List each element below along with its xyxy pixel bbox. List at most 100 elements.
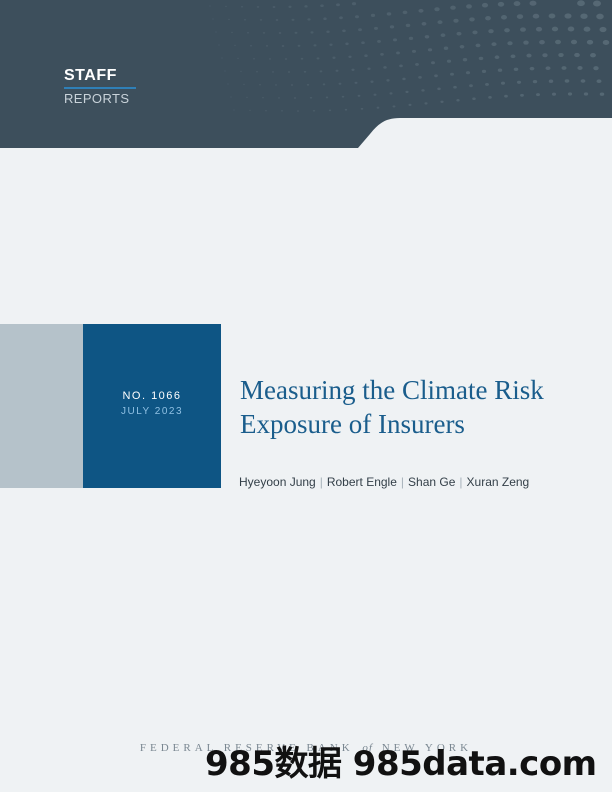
header-dot <box>504 28 510 33</box>
header-dot <box>590 53 596 58</box>
header-dot <box>281 45 285 47</box>
header-dot <box>402 77 406 81</box>
header-dot <box>306 83 310 86</box>
header-dot <box>300 57 304 60</box>
header-dot <box>504 94 508 98</box>
header-dot <box>567 92 573 96</box>
header-dot <box>462 58 468 62</box>
header-dot <box>234 44 236 47</box>
header-dot <box>472 97 476 100</box>
header-dot <box>424 35 430 39</box>
header-dot <box>380 53 384 56</box>
header-dot <box>564 13 572 19</box>
site-watermark: 985数据 985data.com <box>205 744 597 784</box>
header-dot <box>348 55 352 59</box>
header-dot <box>259 83 261 86</box>
header-dot <box>418 8 424 13</box>
header-dot <box>304 5 308 8</box>
header-dot <box>322 83 326 86</box>
header-dot <box>459 44 465 49</box>
header-dot <box>418 76 422 79</box>
header-dot <box>520 27 526 32</box>
header-dot <box>405 23 411 28</box>
header-dot <box>599 26 607 33</box>
header-dot <box>316 57 320 60</box>
header-dot <box>262 32 266 34</box>
header-dot <box>520 93 524 97</box>
header-dot <box>328 109 332 112</box>
header-dot <box>494 55 500 59</box>
header-dot <box>290 84 294 86</box>
header-dot <box>437 20 443 25</box>
header-dot <box>440 100 444 104</box>
header-dot <box>434 74 438 78</box>
header-dot <box>532 79 538 84</box>
header-dot <box>389 25 395 29</box>
header-dot <box>243 18 247 21</box>
header-dot <box>399 64 403 68</box>
header-dot <box>354 81 358 84</box>
header-dot <box>367 67 371 70</box>
header-dot <box>567 26 575 32</box>
header-dot <box>529 0 537 6</box>
author-list: Hyeyoon Jung | Robert Engle | Shan Ge | Xuran … <box>239 475 529 489</box>
header-dot <box>215 31 217 33</box>
header-dot <box>596 79 602 84</box>
logo-rule <box>64 87 136 89</box>
header-dot <box>288 5 292 8</box>
header-dot <box>577 0 585 7</box>
header-dot <box>564 79 570 83</box>
header-dot <box>377 39 381 43</box>
header-dot <box>529 66 535 71</box>
header-dot <box>355 15 359 19</box>
header-dot <box>325 96 329 99</box>
header-dot <box>583 26 591 32</box>
header-dot <box>212 18 214 20</box>
header-dot <box>351 68 355 71</box>
report-date: JULY 2023 <box>120 406 184 417</box>
header-dot <box>513 1 521 7</box>
header-dot <box>246 31 250 34</box>
header-dot <box>488 96 492 99</box>
header-dot <box>265 110 267 112</box>
header-dot <box>249 44 253 47</box>
report-info-block: NO. 1066 JULY 2023 <box>83 324 221 488</box>
header-dot <box>536 93 540 97</box>
header-dot <box>364 54 368 57</box>
header-dot <box>450 5 456 10</box>
header-dot <box>265 45 269 47</box>
header-dot <box>481 2 489 8</box>
header-dot <box>593 66 599 71</box>
header-dot <box>551 92 557 96</box>
header-dot <box>293 97 297 99</box>
header-dot <box>335 69 339 72</box>
header-dot <box>558 52 564 58</box>
header-dot <box>437 87 441 91</box>
header-dot <box>246 96 248 99</box>
header-dot <box>510 54 516 59</box>
header-dot <box>488 29 494 34</box>
header-dot <box>411 49 417 53</box>
header-dot <box>443 46 449 50</box>
header-dot <box>376 106 380 109</box>
logo-staff-text: STAFF <box>64 67 117 84</box>
header-dot <box>466 4 472 9</box>
header-dot <box>278 32 282 34</box>
header-dot <box>580 13 588 19</box>
author-name: Xuran Zeng <box>466 475 530 489</box>
header-dot <box>580 79 586 83</box>
header-dot <box>507 41 513 46</box>
header-dot <box>281 110 283 112</box>
header-dot <box>351 2 357 6</box>
header-dot <box>431 61 435 65</box>
header-dot <box>256 70 258 73</box>
header-dot <box>320 4 324 8</box>
header-dot <box>599 92 605 96</box>
header-dot <box>392 38 398 42</box>
header-dot <box>402 10 408 15</box>
header-dot <box>341 95 345 98</box>
header-dot <box>291 18 295 21</box>
header-dot <box>259 19 263 21</box>
header-dot <box>481 69 487 73</box>
header-dot <box>344 108 348 111</box>
